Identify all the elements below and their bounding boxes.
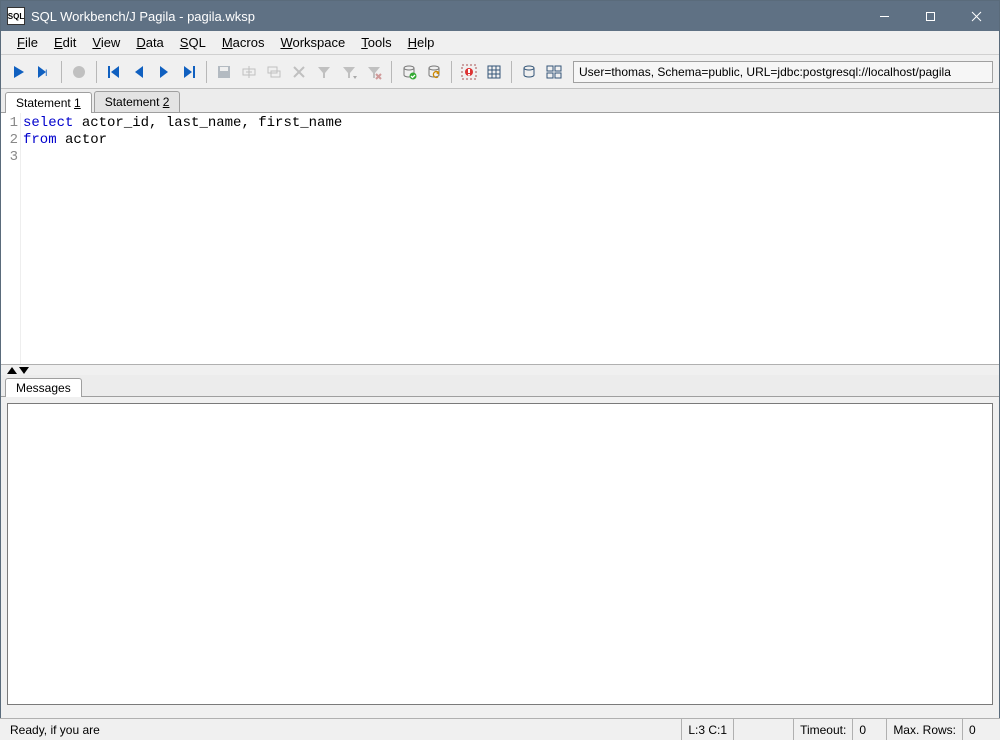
status-text: Ready, if you are xyxy=(4,719,681,740)
filter-selection-button[interactable] xyxy=(312,60,336,84)
expand-up-icon xyxy=(7,367,17,374)
separator xyxy=(206,61,207,83)
menu-macros[interactable]: Macros xyxy=(214,33,273,52)
expand-down-icon xyxy=(19,367,29,374)
maxrows-label: Max. Rows: xyxy=(886,719,962,740)
close-button[interactable] xyxy=(953,1,999,31)
last-statement-button[interactable] xyxy=(177,60,201,84)
result-tabs: Messages xyxy=(1,375,999,397)
separator xyxy=(511,61,512,83)
delete-row-button[interactable] xyxy=(287,60,311,84)
next-statement-button[interactable] xyxy=(152,60,176,84)
copy-row-button[interactable] xyxy=(262,60,286,84)
ignore-errors-button[interactable] xyxy=(457,60,481,84)
menu-edit[interactable]: Edit xyxy=(46,33,84,52)
first-statement-button[interactable] xyxy=(102,60,126,84)
keyword: select xyxy=(23,115,73,131)
splitter-handle[interactable] xyxy=(1,365,999,375)
separator xyxy=(391,61,392,83)
toolbar: I xyxy=(1,55,999,89)
code-text: actor xyxy=(57,132,107,148)
minimize-button[interactable] xyxy=(861,1,907,31)
maxrows-value[interactable]: 0 xyxy=(962,719,996,740)
stop-button[interactable] xyxy=(67,60,91,84)
menu-data[interactable]: Data xyxy=(128,33,171,52)
prev-statement-button[interactable] xyxy=(127,60,151,84)
code-area[interactable]: select actor_id, last_name, first_name f… xyxy=(21,113,342,364)
save-button[interactable] xyxy=(212,60,236,84)
window-controls xyxy=(861,1,999,31)
window-title: SQL Workbench/J Pagila - pagila.wksp xyxy=(31,9,861,24)
line-number: 3 xyxy=(1,149,18,166)
menu-tools[interactable]: Tools xyxy=(353,33,399,52)
execute-button[interactable] xyxy=(7,60,31,84)
connection-info: User=thomas, Schema=public, URL=jdbc:pos… xyxy=(573,61,993,83)
timeout-label: Timeout: xyxy=(793,719,852,740)
separator xyxy=(96,61,97,83)
statusbar: Ready, if you are L:3 C:1 Timeout: 0 Max… xyxy=(0,718,1000,740)
code-text: actor_id, last_name, first_name xyxy=(73,115,342,131)
app-icon: SQL xyxy=(7,7,25,25)
show-db-explorer-button[interactable] xyxy=(517,60,541,84)
tab-statement-2[interactable]: Statement 2 xyxy=(94,91,181,112)
messages-panel[interactable] xyxy=(7,403,993,705)
cursor-position: L:3 C:1 xyxy=(681,719,733,740)
commit-button[interactable] xyxy=(397,60,421,84)
titlebar: SQL SQL Workbench/J Pagila - pagila.wksp xyxy=(1,1,999,31)
menu-workspace[interactable]: Workspace xyxy=(272,33,353,52)
timeout-value[interactable]: 0 xyxy=(852,719,886,740)
keyword: from xyxy=(23,132,57,148)
menu-help[interactable]: Help xyxy=(400,33,443,52)
menu-sql[interactable]: SQL xyxy=(172,33,214,52)
execute-current-button[interactable]: I xyxy=(32,60,56,84)
line-gutter: 1 2 3 xyxy=(1,113,21,364)
tab-statement-1[interactable]: Statement 1 xyxy=(5,92,92,113)
tab-messages[interactable]: Messages xyxy=(5,378,82,397)
maximize-button[interactable] xyxy=(907,1,953,31)
menu-file[interactable]: File xyxy=(9,33,46,52)
separator xyxy=(451,61,452,83)
menubar: File Edit View Data SQL Macros Workspace… xyxy=(1,31,999,55)
menu-view[interactable]: View xyxy=(84,33,128,52)
separator xyxy=(61,61,62,83)
svg-text:I: I xyxy=(45,68,48,78)
line-number: 2 xyxy=(1,132,18,149)
sql-tabs: Statement 1 Statement 2 xyxy=(1,89,999,113)
line-number: 1 xyxy=(1,115,18,132)
sql-editor[interactable]: 1 2 3 select actor_id, last_name, first_… xyxy=(1,113,999,365)
rollback-button[interactable] xyxy=(422,60,446,84)
show-db-tree-button[interactable] xyxy=(542,60,566,84)
exec-time xyxy=(733,719,793,740)
append-results-button[interactable] xyxy=(482,60,506,84)
insert-row-button[interactable] xyxy=(237,60,261,84)
filter-button[interactable] xyxy=(337,60,361,84)
reset-filter-button[interactable] xyxy=(362,60,386,84)
